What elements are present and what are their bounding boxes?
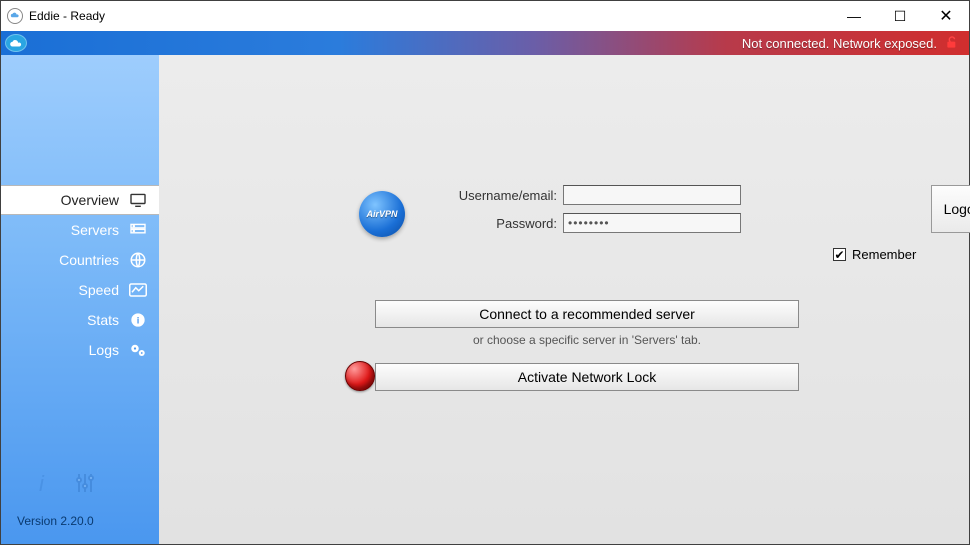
sidebar-item-stats[interactable]: Stats i — [1, 305, 159, 335]
app-icon — [7, 8, 23, 24]
monitor-icon — [129, 193, 147, 207]
gears-icon — [129, 342, 147, 358]
cloud-icon — [5, 34, 27, 52]
maximize-button[interactable]: ☐ — [877, 1, 923, 31]
sidebar: Overview Servers Countries Speed Stats i… — [1, 55, 159, 544]
unlock-icon — [943, 35, 961, 51]
speed-icon — [129, 283, 147, 297]
close-button[interactable]: ✕ — [923, 1, 969, 31]
sidebar-item-label: Overview — [61, 192, 119, 208]
sidebar-item-countries[interactable]: Countries — [1, 245, 159, 275]
sidebar-item-servers[interactable]: Servers — [1, 215, 159, 245]
status-bar: Not connected. Network exposed. — [1, 31, 969, 55]
main-pane: AirVPN Username/email: Password: Logout … — [159, 55, 969, 544]
logout-button[interactable]: Logout — [931, 185, 970, 233]
minimize-button[interactable]: — — [831, 1, 877, 31]
sidebar-item-label: Stats — [87, 312, 119, 328]
info-icon: i — [129, 312, 147, 328]
servers-hint: or choose a specific server in 'Servers'… — [375, 333, 799, 347]
activate-network-lock-button[interactable]: Activate Network Lock — [375, 363, 799, 391]
window-title: Eddie - Ready — [29, 9, 105, 23]
username-input[interactable] — [563, 185, 741, 205]
sidebar-item-label: Logs — [89, 342, 119, 358]
globe-icon — [129, 251, 147, 269]
password-input[interactable] — [563, 213, 741, 233]
titlebar: Eddie - Ready — ☐ ✕ — [1, 1, 969, 31]
servers-icon — [129, 223, 147, 237]
remember-label: Remember — [852, 247, 916, 262]
network-lock-status-icon — [345, 361, 375, 391]
remember-checkbox[interactable]: ✔ Remember — [833, 247, 916, 262]
sidebar-item-label: Speed — [79, 282, 119, 298]
connect-recommended-button[interactable]: Connect to a recommended server — [375, 300, 799, 328]
username-label: Username/email: — [447, 188, 557, 203]
status-text: Not connected. Network exposed. — [742, 36, 937, 51]
sidebar-item-label: Servers — [71, 222, 119, 238]
sidebar-item-label: Countries — [59, 252, 119, 268]
sidebar-item-speed[interactable]: Speed — [1, 275, 159, 305]
svg-text:i: i — [137, 315, 140, 325]
sidebar-item-logs[interactable]: Logs — [1, 335, 159, 365]
airvpn-logo: AirVPN — [359, 191, 405, 237]
about-icon[interactable]: i — [31, 471, 55, 500]
password-label: Password: — [447, 216, 557, 231]
sidebar-item-overview[interactable]: Overview — [1, 185, 159, 215]
version-label: Version 2.20.0 — [17, 514, 143, 528]
settings-sliders-icon[interactable] — [73, 471, 97, 500]
check-icon: ✔ — [833, 248, 846, 261]
svg-text:i: i — [39, 471, 45, 495]
